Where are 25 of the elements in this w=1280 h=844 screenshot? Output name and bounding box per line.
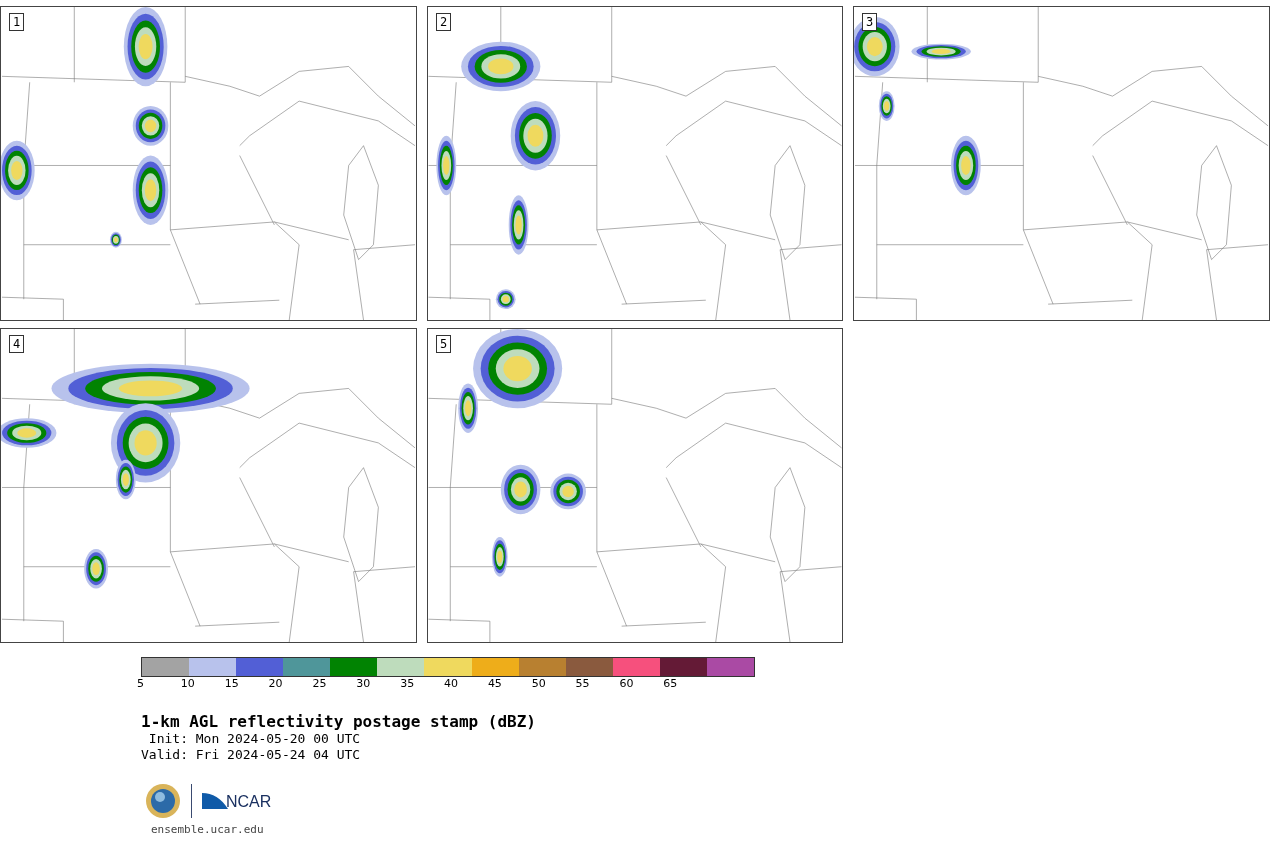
panel-number: 3 — [862, 13, 878, 31]
scale-tick-label: 35 — [400, 677, 416, 690]
scale-tick-label: 55 — [575, 677, 591, 690]
scale-tick-label: 10 — [180, 677, 196, 690]
panel-number: 2 — [436, 13, 452, 31]
scale-tick-label: 5 — [137, 677, 145, 690]
scale-tick-label: 30 — [356, 677, 372, 690]
scale-tick-label: 40 — [444, 677, 459, 690]
panel-number: 4 — [9, 335, 25, 353]
valid-time: Valid: Fri 2024-05-24 04 UTC — [141, 747, 362, 763]
scale-tick-label: 25 — [312, 677, 328, 690]
scale-tick-label: 50 — [531, 677, 547, 690]
scale-tick-label: 20 — [268, 677, 284, 690]
website-address: ensemble.ucar.edu — [151, 823, 265, 837]
scale-tick-label: 65 — [663, 677, 679, 690]
scale-tick-label: 60 — [619, 677, 635, 690]
chart-title: 1-km AGL reflectivity postage stamp (dBZ) — [141, 712, 537, 731]
panel-number: 1 — [9, 13, 25, 31]
panel-number: 5 — [436, 335, 452, 353]
seal-logo-icon — [145, 783, 181, 819]
scale-tick-label: 15 — [224, 677, 240, 690]
logo-text: NCAR — [226, 793, 272, 811]
init-time: Init: Mon 2024-05-20 00 UTC — [147, 731, 362, 747]
scale-tick-label: 45 — [487, 677, 503, 690]
ncar-logo-icon — [202, 791, 228, 811]
